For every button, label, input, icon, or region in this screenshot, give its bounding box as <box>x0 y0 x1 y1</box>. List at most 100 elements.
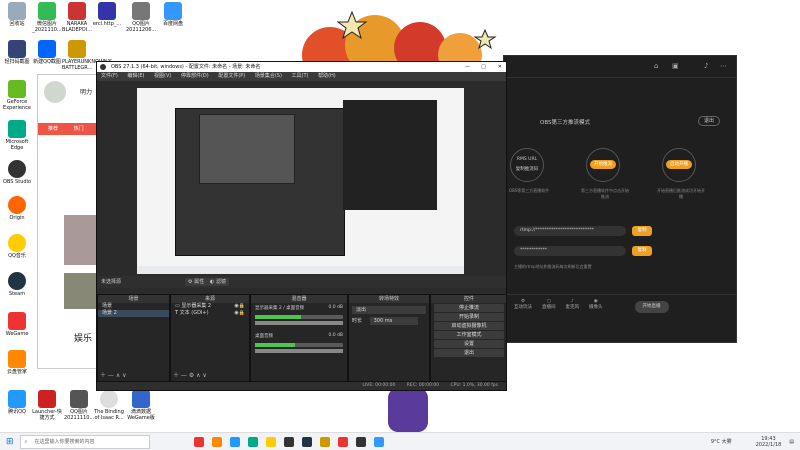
desktop-icon-19[interactable]: QQ图片20211110... <box>64 390 94 421</box>
desktop-icon-10[interactable]: Microsoft Edge <box>2 120 32 151</box>
taskbar-app-icon[interactable] <box>373 436 384 447</box>
tool-camera[interactable]: ◉ 摄像头 <box>589 295 603 324</box>
live-status: LIVE: 00:00:00 <box>362 383 396 388</box>
desktop-icon-6[interactable]: 轻扫码截图 <box>2 40 32 65</box>
copy-server-button[interactable]: 复制 <box>632 226 652 236</box>
scene-item[interactable]: 场景 2 <box>98 310 169 317</box>
filters-button[interactable]: ◐ 滤镜 <box>207 278 229 286</box>
obs-preview-canvas[interactable] <box>137 88 464 274</box>
taskbar-app-icon[interactable] <box>229 436 240 447</box>
menu-docks[interactable]: 停靠部件(D) <box>181 73 209 79</box>
desktop-icon-5[interactable]: 百度网盘 <box>158 2 188 27</box>
desktop-icon-21[interactable]: 滴滴数据WeGame版 <box>126 390 156 421</box>
taskbar-app-icon[interactable] <box>319 436 330 447</box>
tool-room[interactable]: ▢ 直播间 <box>542 295 556 324</box>
taskbar-app-icon[interactable] <box>301 436 312 447</box>
share-icon[interactable]: ⋯ <box>720 62 727 70</box>
tool-interact[interactable]: ⚙ 互动玩法 <box>514 295 532 324</box>
desktop-icon-15[interactable]: WeGame <box>2 312 32 337</box>
close-button[interactable]: ✕ <box>498 62 502 72</box>
volume-slider[interactable] <box>255 321 343 325</box>
taskbar-app-icon[interactable] <box>247 436 258 447</box>
copy-key-button[interactable]: 复制 <box>632 246 652 256</box>
virtual-camera-button[interactable]: 启动虚拟摄像机 <box>434 322 504 330</box>
clock[interactable]: 19:43 2022/1/18 <box>756 436 782 448</box>
menu-file[interactable]: 文件(F) <box>101 73 118 79</box>
desktop-icon-1[interactable]: 微信图片_2021110... <box>32 2 62 33</box>
preview-mirror-live <box>343 100 437 210</box>
step-2-sub: 第三方直播软件中点击开始推流 <box>581 188 629 199</box>
tool-mic[interactable]: ♪ 麦克风 <box>566 295 580 324</box>
taskbar-app-icon[interactable] <box>211 436 222 447</box>
desktop-icon-13[interactable]: QQ音乐 <box>2 234 32 259</box>
taskbar-app-icon[interactable] <box>337 436 348 447</box>
menu-help[interactable]: 帮助(H) <box>318 73 336 79</box>
desktop-icon-18[interactable]: Launcher-快捷方式 <box>32 390 62 421</box>
taskbar-search[interactable]: ⌕ 在这里输入你要搜索的内容 <box>19 434 150 449</box>
properties-button[interactable]: ⚙ 属性 <box>185 278 208 286</box>
stop-streaming-button[interactable]: 停止推流 <box>434 304 504 312</box>
server-url-field[interactable]: rtmp://************************** <box>514 226 626 236</box>
duration-input[interactable]: 300 ms <box>369 317 418 325</box>
minimize-button[interactable]: — <box>465 62 470 72</box>
bell-icon[interactable]: ♪ <box>704 62 708 70</box>
desktop-icon-17[interactable]: 腾讯QQ <box>2 390 32 415</box>
menu-edit[interactable]: 编辑(E) <box>127 73 144 79</box>
desktop-icon-2[interactable]: NARAKA BLADEPOI... <box>62 2 92 33</box>
step-3: 启动开播 <box>662 148 696 182</box>
menu-view[interactable]: 视图(V) <box>154 73 171 79</box>
desktop-icon-7[interactable]: 新建QQ截图 <box>32 40 62 65</box>
taskbar-app-icon[interactable] <box>355 436 366 447</box>
tab-recommend[interactable]: 推荐 <box>48 126 58 132</box>
desktop-icon-16[interactable]: 云盘管家 <box>2 350 32 375</box>
exit-mode-button[interactable]: 退出 <box>698 116 720 126</box>
start-push-pill[interactable]: 开始推流 <box>590 160 616 169</box>
eye-icon[interactable]: ◉🔒 <box>234 303 245 310</box>
mixer-channel: 桌面音频 0.0 dB <box>255 333 343 339</box>
scenes-title: 场景 <box>98 295 169 303</box>
exit-button[interactable]: 退出 <box>434 349 504 357</box>
app-icon <box>8 40 26 58</box>
source-item[interactable]: ▭ 显示器采集 2 ◉🔒 <box>171 303 249 310</box>
transition-select[interactable]: 淡出 <box>352 306 426 314</box>
desktop-icon-3[interactable]: ercl.http_... <box>92 2 122 27</box>
desktop-icon-9[interactable]: GeForce Experience <box>2 80 32 111</box>
gift-icon[interactable]: ▣ <box>672 62 679 70</box>
menu-profile[interactable]: 配置文件(P) <box>218 73 245 79</box>
start-button[interactable]: ⊞ <box>6 437 14 447</box>
settings-button[interactable]: 设置 <box>434 340 504 348</box>
avatar[interactable] <box>44 81 66 103</box>
start-live-button[interactable]: 开始直播 <box>634 301 669 313</box>
taskbar-app-icon[interactable] <box>265 436 276 447</box>
desktop-icon-4[interactable]: QQ图片20211206... <box>126 2 156 33</box>
maximize-button[interactable]: □ <box>481 62 486 72</box>
preview-mirror-inner <box>199 114 295 184</box>
weather[interactable]: 9°C 大雾 <box>711 438 732 445</box>
taskbar-app-icon[interactable] <box>283 436 294 447</box>
desktop-icon-12[interactable]: Origin <box>2 196 32 221</box>
desktop-icon-14[interactable]: Steam <box>2 272 32 297</box>
menu-scene-collection[interactable]: 场景集合(S) <box>255 73 282 79</box>
desktop-icon-11[interactable]: OBS Studio <box>2 160 32 185</box>
volume-slider[interactable] <box>255 349 343 353</box>
home-icon[interactable]: ⌂ <box>654 62 658 70</box>
rec-status: REC: 00:00:00 <box>406 383 440 388</box>
start-recording-button[interactable]: 开始录制 <box>434 313 504 321</box>
desktop-icon-8[interactable]: PLAYERUNKNOWN'S BATTLEGR... <box>62 40 112 71</box>
tab-hot[interactable]: 热门 <box>74 126 84 132</box>
scene-item[interactable]: 场景 <box>98 303 169 310</box>
menu-tools[interactable]: 工具(T) <box>292 73 309 79</box>
studio-mode-button[interactable]: 工作室模式 <box>434 331 504 339</box>
music-icon <box>8 234 26 252</box>
desktop-icon-recycle-bin[interactable]: 回收站 <box>2 2 32 27</box>
bottom-toolbar: ⚙ 互动玩法 ▢ 直播间 ♪ 麦克风 ◉ 摄像头 开始直播 <box>504 294 736 324</box>
origin-icon <box>8 196 26 214</box>
taskbar-app-icon[interactable] <box>193 436 204 447</box>
step-3-sub: 开始直播后推流成功开始开播 <box>657 188 705 199</box>
start-live-pill[interactable]: 启动开播 <box>666 160 692 169</box>
notification-icon[interactable]: ▤ <box>789 439 794 445</box>
eye-icon[interactable]: ◉🔒 <box>234 310 245 317</box>
stream-key-field[interactable]: ************ <box>514 246 626 256</box>
desktop-icon-20[interactable]: The Binding of Isaac R... <box>94 390 124 421</box>
source-item[interactable]: T 文本 (GDI+) ◉🔒 <box>171 310 249 317</box>
